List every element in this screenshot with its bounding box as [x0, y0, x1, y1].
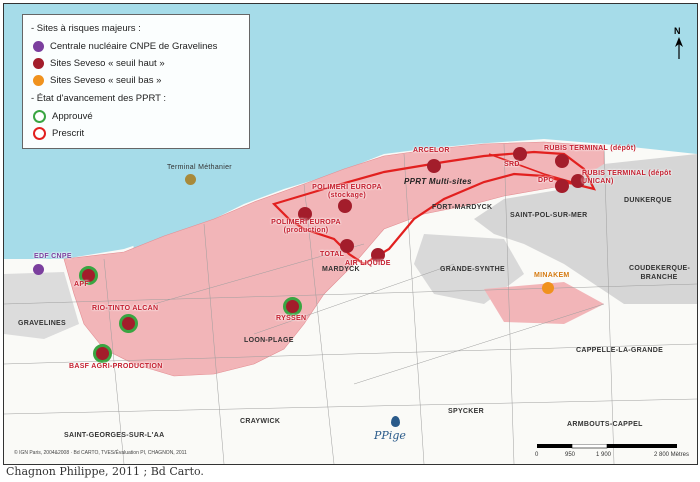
legend-item-approuve: Approuvé [31, 108, 241, 125]
orange-circle-icon [33, 75, 44, 86]
label-polimeri-production: POLIMERI EUROPA (production) [271, 219, 341, 234]
dark-red-circle-icon [33, 58, 44, 69]
legend-item-prescrit: Prescrit [31, 125, 241, 142]
label-apf: APF [74, 281, 89, 288]
legend-label: Centrale nucléaire CNPE de Gravelines [50, 41, 218, 52]
town-dunkerque: DUNKERQUE [624, 197, 672, 204]
legend-pprt-title: - État d'avancement des PPRT : [31, 93, 167, 104]
map-frame: EDF CNPE Terminal Méthanier APF RIO-TINT… [3, 3, 698, 465]
label-dpc: DPC [538, 177, 554, 184]
marker-polimeri-stockage[interactable] [338, 199, 352, 213]
legend: - Sites à risques majeurs : Centrale nuc… [22, 14, 250, 149]
label-basf: BASF AGRI-PRODUCTION [69, 363, 163, 370]
label-pprt-multi: PPRT Multi-sites [404, 177, 472, 186]
label-srd: SRD [504, 161, 520, 168]
marker-terminal[interactable] [185, 174, 196, 185]
purple-circle-icon [33, 41, 44, 52]
label-arcelor: ARCELOR [413, 147, 450, 154]
marker-edf[interactable] [33, 264, 44, 275]
ppige-logo: PPige [374, 429, 406, 442]
town-cappelle: CAPPELLE-LA-GRANDE [576, 347, 664, 354]
scale-label-950: 950 [565, 452, 576, 458]
label-minakem: MINAKEM [534, 272, 570, 279]
legend-label: Prescrit [52, 128, 85, 139]
town-grande-synthe: GRANDE-SYNTHE [440, 266, 505, 273]
scale-label-end: 2 800 Mètres [654, 452, 690, 458]
marker-basf[interactable] [93, 344, 112, 363]
town-gravelines: GRAVELINES [18, 320, 66, 327]
scale-label-1900: 1 900 [596, 452, 612, 458]
town-craywick: CRAYWICK [240, 418, 281, 425]
town-saint-georges: SAINT-GEORGES-SUR-L'AA [64, 432, 165, 439]
town-coudekerque: COUDEKERQUE-BRANCHE [629, 265, 691, 281]
legend-major-title: - Sites à risques majeurs : [31, 23, 141, 34]
caption: Chagnon Philippe, 2011 ; Bd Carto. [6, 465, 204, 478]
marker-minakem[interactable] [542, 282, 554, 294]
label-ryssen: RYSSEN [276, 315, 307, 322]
town-saint-pol: SAINT-POL-SUR-MER [510, 212, 588, 219]
marker-srd[interactable] [513, 147, 527, 161]
label-total: TOTAL [320, 251, 345, 258]
legend-item-cnpe: Centrale nucléaire CNPE de Gravelines [31, 38, 241, 55]
label-polimeri-stockage: POLIMERI EUROPA (stockage) [312, 184, 382, 199]
logo-drop-icon [391, 416, 400, 427]
town-mardyck: MARDYCK [322, 266, 360, 273]
label-rubis-depot: RUBIS TERMINAL (dépôt) [544, 145, 637, 152]
green-ring-icon [33, 110, 46, 123]
town-fort-mardyck: FORT-MARDYCK [432, 204, 493, 211]
legend-label: Sites Seveso « seuil haut » [50, 58, 165, 69]
marker-arcelor[interactable] [427, 159, 441, 173]
marker-rio-tinto[interactable] [119, 314, 138, 333]
urban-gravelines [4, 272, 79, 339]
red-ring-icon [33, 127, 46, 140]
scale-bar [537, 444, 677, 449]
legend-item-seveso-bas: Sites Seveso « seuil bas » [31, 72, 241, 89]
marker-rubis-depot[interactable] [555, 154, 569, 168]
marker-dpc[interactable] [555, 179, 569, 193]
credits-text: © IGN Paris, 2004&2008 · Bd CARTO, TVES/… [14, 450, 187, 456]
legend-item-seveso-haut: Sites Seveso « seuil haut » [31, 55, 241, 72]
north-label: N [674, 26, 681, 36]
town-armbouts: ARMBOUTS-CAPPEL [567, 421, 643, 428]
scale-label-0: 0 [535, 452, 539, 458]
legend-label: Approuvé [52, 111, 93, 122]
town-loon-plage: LOON-PLAGE [244, 337, 294, 344]
marker-ryssen[interactable] [283, 297, 302, 316]
label-rio-tinto: RIO-TINTO ALCAN [92, 305, 159, 312]
label-edf: EDF CNPE [34, 253, 72, 260]
label-rubis-unican: RUBIS TERMINAL (dépôt UNICAN) [582, 170, 672, 185]
label-terminal: Terminal Méthanier [167, 164, 232, 171]
town-spycker: SPYCKER [448, 408, 484, 415]
north-arrow-icon [675, 37, 683, 59]
legend-label: Sites Seveso « seuil bas » [50, 75, 162, 86]
